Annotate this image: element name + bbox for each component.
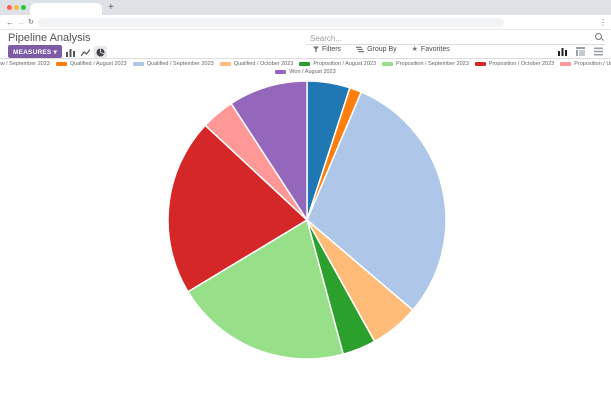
app-window: + ← → ↻ ⋮ Pipeline Analysis MEASURES ▾ [0, 0, 611, 400]
pie-chart [0, 0, 611, 400]
